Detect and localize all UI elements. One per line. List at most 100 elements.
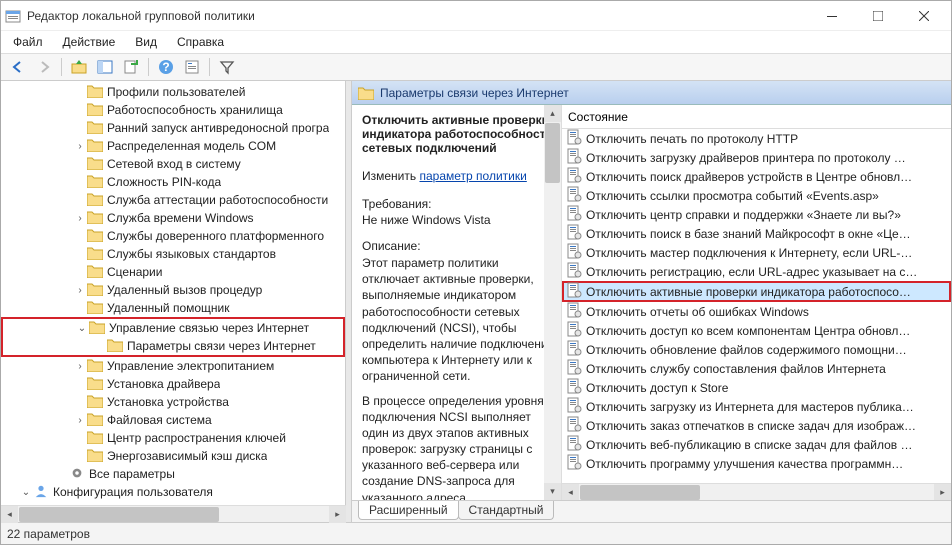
back-button[interactable] (7, 56, 29, 78)
tree-item[interactable]: Профили пользователей (1, 83, 345, 101)
menu-action[interactable]: Действие (55, 33, 124, 51)
collapse-icon[interactable]: ⌄ (19, 485, 33, 499)
policy-label: Отключить доступ к Store (586, 381, 728, 395)
properties-button[interactable] (181, 56, 203, 78)
policy-row[interactable]: Отключить веб-публикацию в списке задач … (562, 435, 951, 454)
policy-label: Отключить ссылки просмотра событий «Even… (586, 189, 879, 203)
edit-policy-link[interactable]: параметр политики (419, 169, 526, 183)
tree-item[interactable]: ⌄Управление связью через Интернет (3, 319, 343, 337)
tree-item[interactable]: Энергозависимый кэш диска (1, 447, 345, 465)
policy-row[interactable]: Отключить мастер подключения к Интернету… (562, 243, 951, 262)
policy-row[interactable]: Отключить регистрацию, если URL-адрес ук… (562, 262, 951, 281)
column-header-state[interactable]: Состояние (562, 105, 951, 129)
tree-item[interactable]: Центр распространения ключей (1, 429, 345, 447)
tree-item[interactable]: Сценарии (1, 263, 345, 281)
tree-item[interactable]: Все параметры (1, 465, 345, 483)
menu-help[interactable]: Справка (169, 33, 232, 51)
scroll-thumb[interactable] (545, 123, 560, 183)
expand-icon[interactable]: › (73, 413, 87, 427)
policy-row[interactable]: Отключить печать по протоколу HTTP (562, 129, 951, 148)
tree-pane[interactable]: Профили пользователейРаботоспособность х… (1, 81, 346, 522)
export-button[interactable] (120, 56, 142, 78)
tree-item[interactable]: ›Служба времени Windows (1, 209, 345, 227)
close-button[interactable] (901, 1, 947, 31)
policy-row[interactable]: Отключить обновление файлов содержимого … (562, 340, 951, 359)
forward-button[interactable] (33, 56, 55, 78)
policy-row[interactable]: Отключить поиск в базе знаний Майкрософт… (562, 224, 951, 243)
folder-icon (87, 228, 107, 245)
policy-label: Отключить центр справки и поддержки «Зна… (586, 208, 901, 222)
policy-row[interactable]: Отключить ссылки просмотра событий «Even… (562, 186, 951, 205)
titlebar: Редактор локальной групповой политики (1, 1, 951, 31)
tree-item[interactable]: Ранний запуск антивредоносной програ (1, 119, 345, 137)
tree-item-label: Установка драйвера (107, 377, 220, 391)
show-hide-tree-button[interactable] (94, 56, 116, 78)
policy-row[interactable]: Отключить отчеты об ошибках Windows (562, 302, 951, 321)
policy-row[interactable]: Отключить загрузку из Интернета для маст… (562, 397, 951, 416)
tree-scroll-right[interactable]: ▸ (329, 506, 346, 523)
tree-item[interactable]: Сложность PIN-кода (1, 173, 345, 191)
description-scrollbar[interactable]: ▴ ▾ (544, 105, 561, 500)
tree-item[interactable]: ›Файловая система (1, 411, 345, 429)
tree-item[interactable]: Сетевой вход в систему (1, 155, 345, 173)
scroll-left-button[interactable]: ◂ (562, 484, 579, 501)
tree-item[interactable]: Удаленный помощник (1, 299, 345, 317)
tree-hscrollbar[interactable]: ◂ ▸ (1, 505, 346, 522)
hscroll-thumb[interactable] (580, 485, 700, 500)
policy-icon (566, 129, 586, 148)
maximize-button[interactable] (855, 1, 901, 31)
tree-item[interactable]: ›Распределенная модель COM (1, 137, 345, 155)
folder-icon (87, 246, 107, 263)
tree-item[interactable]: Службы доверенного платформенного (1, 227, 345, 245)
policy-title: Отключить активные проверки индикатора р… (362, 113, 555, 155)
scroll-down-button[interactable]: ▾ (544, 483, 561, 500)
tree-scroll-left[interactable]: ◂ (1, 506, 18, 523)
policy-row[interactable]: Отключить поиск драйверов устройств в Це… (562, 167, 951, 186)
up-button[interactable] (68, 56, 90, 78)
policy-row[interactable]: Отключить программу улучшения качества п… (562, 454, 951, 473)
no-expander (73, 449, 87, 463)
folder-icon (87, 210, 107, 227)
policy-label: Отключить мастер подключения к Интернету… (586, 246, 912, 260)
policy-row[interactable]: Отключить доступ ко всем компонентам Цен… (562, 321, 951, 340)
list-hscrollbar[interactable]: ◂ ▸ (562, 483, 951, 500)
tree-item[interactable]: Установка драйвера (1, 375, 345, 393)
tree-item[interactable]: Установка устройства (1, 393, 345, 411)
filter-button[interactable] (216, 56, 238, 78)
policy-list-column: Состояние Отключить печать по протоколу … (562, 105, 951, 500)
tree-item[interactable]: ⌄Конфигурация пользователя (1, 483, 345, 501)
menu-view[interactable]: Вид (127, 33, 165, 51)
collapse-icon[interactable]: ⌄ (75, 321, 89, 335)
policy-row[interactable]: Отключить активные проверки индикатора р… (562, 281, 951, 302)
tree-item[interactable]: Параметры связи через Интернет (3, 337, 343, 355)
scroll-up-button[interactable]: ▴ (544, 105, 561, 122)
policy-row[interactable]: Отключить заказ отпечатков в списке зада… (562, 416, 951, 435)
tab-standard[interactable]: Стандартный (458, 501, 555, 520)
expand-icon[interactable]: › (73, 359, 87, 373)
toolbar: ? (1, 53, 951, 81)
scroll-right-button[interactable]: ▸ (934, 484, 951, 501)
tree-item[interactable]: ›Удаленный вызов процедур (1, 281, 345, 299)
folder-icon (87, 192, 107, 209)
properties-icon (184, 59, 200, 75)
tree-item[interactable]: Служба аттестации работоспособности (1, 191, 345, 209)
no-expander (73, 85, 87, 99)
expand-icon[interactable]: › (73, 139, 87, 153)
menu-file[interactable]: Файл (5, 33, 51, 51)
tree-item[interactable]: Службы языковых стандартов (1, 245, 345, 263)
policy-list[interactable]: Отключить печать по протоколу HTTPОтключ… (562, 129, 951, 483)
help-button[interactable]: ? (155, 56, 177, 78)
expand-icon[interactable]: › (73, 283, 87, 297)
policy-row[interactable]: Отключить службу сопоставления файлов Ин… (562, 359, 951, 378)
expand-icon[interactable]: › (73, 211, 87, 225)
tree-item[interactable]: ›Управление электропитанием (1, 357, 345, 375)
tree-item[interactable]: Работоспособность хранилища (1, 101, 345, 119)
minimize-button[interactable] (809, 1, 855, 31)
policy-row[interactable]: Отключить центр справки и поддержки «Зна… (562, 205, 951, 224)
no-expander (73, 121, 87, 135)
tab-extended[interactable]: Расширенный (358, 501, 459, 520)
policy-row[interactable]: Отключить доступ к Store (562, 378, 951, 397)
policy-row[interactable]: Отключить загрузку драйверов принтера по… (562, 148, 951, 167)
tree-hscroll-thumb[interactable] (19, 507, 219, 522)
folder-icon (87, 84, 107, 101)
